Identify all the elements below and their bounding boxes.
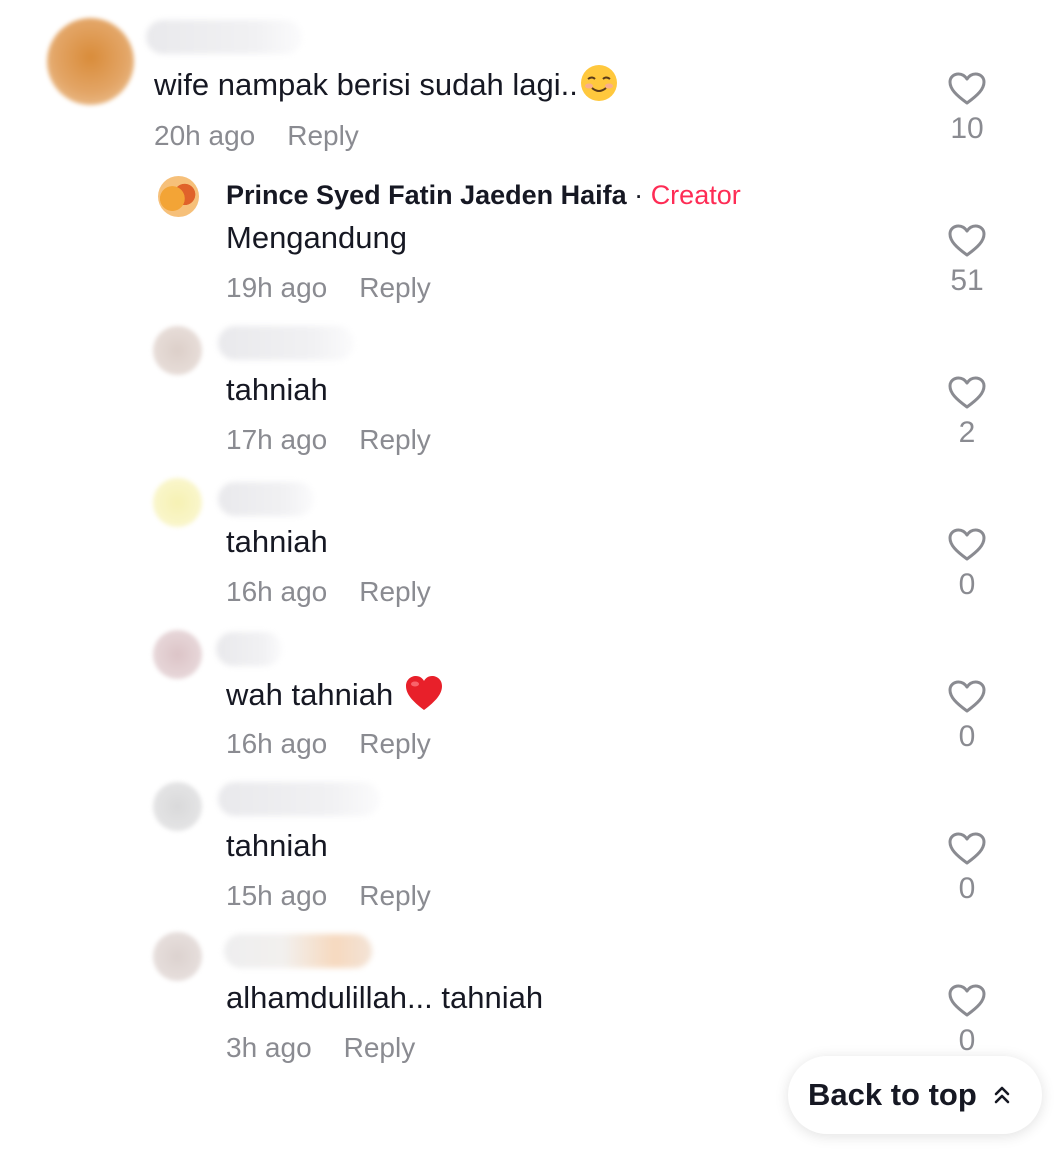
username-redacted[interactable] [218,782,380,816]
like-count: 51 [950,264,984,297]
comment-meta: 16h ago Reply [226,576,431,608]
comment-item: wife nampak berisi sudah lagi.. 20h ago R… [0,0,1058,152]
like-count: 0 [958,568,976,601]
reply-button[interactable]: Reply [344,1032,416,1063]
comment-time: 17h ago [226,424,328,455]
avatar[interactable] [153,630,202,679]
heart-outline-icon[interactable] [948,224,986,258]
comment-text: tahniah [226,372,328,407]
avatar[interactable] [153,782,202,831]
reply-button[interactable]: Reply [287,120,359,151]
reply-button[interactable]: Reply [359,424,431,455]
like-count: 2 [958,416,976,449]
comment-time: 19h ago [226,272,328,303]
like-button[interactable]: 0 [944,832,990,906]
comment-text: wife nampak berisi sudah lagi.. [154,64,618,110]
reply-button[interactable]: Reply [359,576,431,607]
comment-time: 16h ago [226,728,328,759]
reply-item: tahniah 16h ago Reply 0 [0,456,1058,608]
avatar[interactable] [47,18,134,105]
username-redacted[interactable] [224,934,372,968]
reply-item: tahniah 15h ago Reply 0 [0,760,1058,912]
like-button[interactable]: 0 [944,984,990,1058]
reply-item: alhamdulillah... tahniah 3h ago Reply 0 [0,912,1058,1064]
like-count: 10 [950,112,984,145]
comment-meta: 19h ago Reply [226,272,431,304]
comment-text: tahniah [226,524,328,559]
creator-badge: Creator [650,180,741,210]
comment-text: wah tahniah [226,674,444,720]
back-to-top-label: Back to top [808,1077,977,1112]
heart-outline-icon[interactable] [948,832,986,866]
comment-time: 16h ago [226,576,328,607]
avatar[interactable] [153,932,202,981]
like-button[interactable]: 2 [944,376,990,450]
comment-meta: 3h ago Reply [226,1032,415,1064]
reply-button[interactable]: Reply [359,728,431,759]
like-count: 0 [958,1024,976,1057]
comment-meta: 17h ago Reply [226,424,431,456]
comment-meta: 15h ago Reply [226,880,431,912]
comment-text: alhamdulillah... tahniah [226,980,544,1015]
username-redacted[interactable] [218,482,314,516]
comment-time: 20h ago [154,120,256,151]
like-count: 0 [958,872,976,905]
creator-avatar[interactable] [158,176,199,217]
username-redacted[interactable] [146,20,302,54]
like-button[interactable]: 0 [944,528,990,602]
back-to-top-button[interactable]: Back to top [788,1056,1042,1134]
like-count: 0 [958,720,976,753]
username-redacted[interactable] [216,632,282,666]
heart-outline-icon[interactable] [948,72,986,106]
comment-meta: 20h ago Reply [154,120,359,152]
reply-button[interactable]: Reply [359,880,431,911]
heart-outline-icon[interactable] [948,680,986,714]
heart-outline-icon[interactable] [948,376,986,410]
like-button[interactable]: 51 [944,224,990,298]
red-heart-emoji-icon [404,674,444,720]
avatar[interactable] [153,326,202,375]
author-name[interactable]: Prince Syed Fatin Jaeden Haifa [226,180,627,210]
like-button[interactable]: 10 [944,72,990,146]
double-chevron-up-icon [993,1077,1011,1113]
smiling-face-emoji-icon [580,64,618,110]
comment-meta: 16h ago Reply [226,728,431,760]
avatar[interactable] [153,478,202,527]
reply-item: Prince Syed Fatin Jaeden Haifa · Creator… [0,152,1058,304]
comment-text: Mengandung [226,220,407,255]
reply-button[interactable]: Reply [359,272,431,303]
heart-outline-icon[interactable] [948,528,986,562]
reply-item: tahniah 17h ago Reply 2 [0,304,1058,456]
comment-time: 15h ago [226,880,328,911]
comment-text: tahniah [226,828,328,863]
separator-dot: · [634,180,644,210]
username-redacted[interactable] [218,326,354,360]
reply-item: wah tahniah 16h ago Reply 0 [0,608,1058,760]
heart-outline-icon[interactable] [948,984,986,1018]
comment-time: 3h ago [226,1032,312,1063]
like-button[interactable]: 0 [944,680,990,754]
author-line: Prince Syed Fatin Jaeden Haifa · Creator [226,180,741,211]
